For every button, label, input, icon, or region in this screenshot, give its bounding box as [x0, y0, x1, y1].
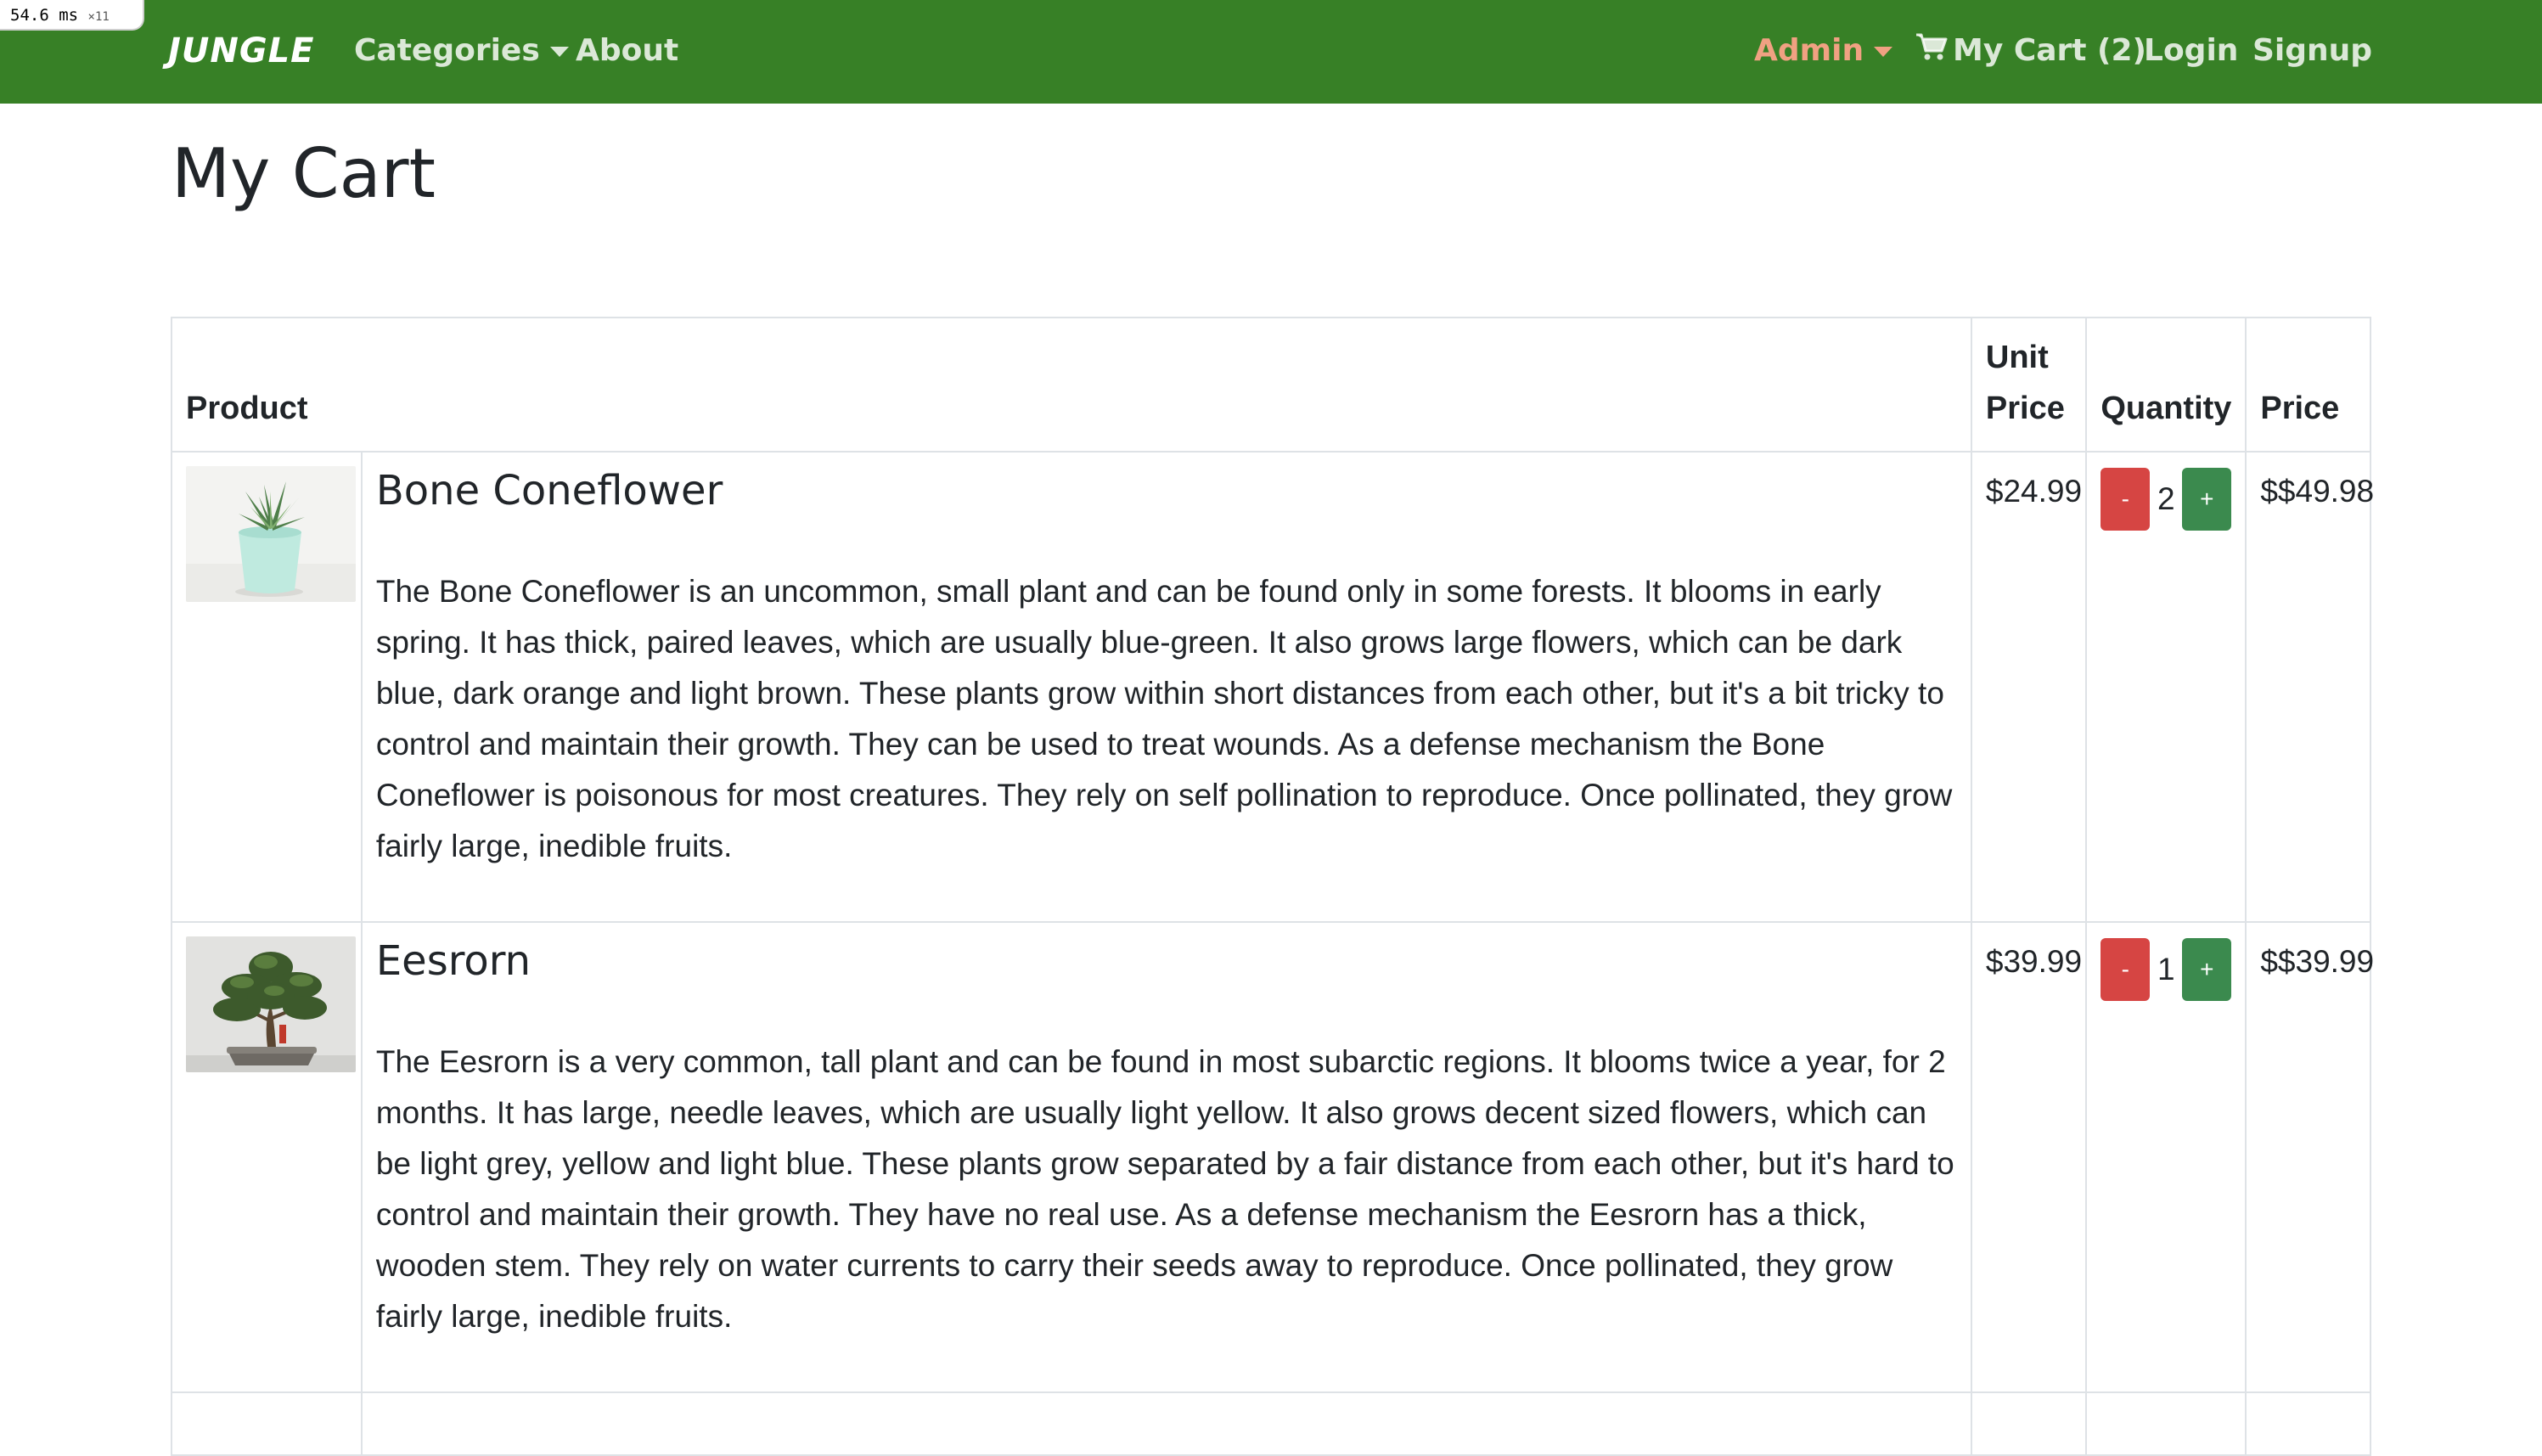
categories-dropdown[interactable]: Categories — [354, 27, 569, 75]
chevron-down-icon — [1874, 47, 1893, 57]
increase-quantity-button[interactable]: + — [2182, 468, 2232, 531]
signup-link[interactable]: Signup — [2252, 27, 2372, 75]
my-cart-label: My Cart (2) — [1953, 33, 2146, 68]
page-title: My Cart — [172, 134, 436, 213]
brand-logo[interactable]: JUNGLE — [168, 27, 314, 75]
product-image — [186, 466, 356, 602]
perf-time: 54.6 ms — [10, 6, 79, 25]
empty-cell — [1970, 1391, 2088, 1456]
table-header-row: Product Unit Price Quantity Price — [171, 317, 2371, 453]
table-row: Bone Coneflower The Bone Coneflower is a… — [171, 451, 2374, 923]
unit-price: $24.99 — [1985, 474, 2083, 509]
admin-dropdown[interactable]: Admin — [1754, 27, 1893, 75]
product-image-cell — [171, 451, 363, 923]
decrease-quantity-button[interactable]: - — [2101, 468, 2151, 531]
product-image — [186, 936, 356, 1072]
product-name: Bone Coneflower — [375, 467, 723, 514]
header-product: Product — [171, 317, 1972, 453]
line-price: $$49.98 — [2260, 474, 2375, 509]
price-cell: $$49.98 — [2245, 451, 2374, 923]
product-image-cell — [171, 921, 363, 1393]
empty-cell — [2085, 1391, 2247, 1456]
empty-cell — [2245, 1391, 2371, 1456]
shopping-cart-icon — [1915, 28, 1948, 76]
login-link[interactable]: Login — [2144, 27, 2238, 75]
admin-label: Admin — [1754, 33, 1864, 68]
product-info-cell: Eesrorn The Eesrorn is a very common, ta… — [360, 921, 1972, 1393]
quantity-stepper: - 1 + — [2101, 936, 2232, 1001]
unit-price-cell: $24.99 — [1970, 451, 2088, 923]
header-quantity: Quantity — [2085, 317, 2247, 453]
quantity-cell: - 2 + — [2085, 451, 2247, 923]
table-row: Eesrorn The Eesrorn is a very common, ta… — [171, 921, 2374, 1393]
cart-table: Product Unit Price Quantity Price Bone C… — [171, 317, 2374, 1456]
quantity-value: 1 — [2157, 952, 2175, 987]
header-price: Price — [2245, 317, 2371, 453]
categories-label: Categories — [354, 33, 540, 68]
header-unit-price: Unit Price — [1970, 317, 2088, 453]
product-description: The Bone Coneflower is an uncommon, smal… — [375, 574, 1953, 863]
price-cell: $$39.99 — [2245, 921, 2374, 1393]
quantity-cell: - 1 + — [2085, 921, 2247, 1393]
product-info-cell: Bone Coneflower The Bone Coneflower is a… — [360, 451, 1972, 923]
quantity-stepper: - 2 + — [2101, 466, 2232, 531]
unit-price-cell: $39.99 — [1970, 921, 2088, 1393]
top-navbar: JUNGLE Categories About Admin My Cart (2… — [0, 0, 2542, 104]
product-name: Eesrorn — [375, 937, 531, 985]
perf-badge: 54.6 ms ×11 — [0, 0, 144, 31]
increase-quantity-button[interactable]: + — [2182, 938, 2232, 1001]
my-cart-link[interactable]: My Cart (2) — [1915, 27, 2146, 75]
chevron-down-icon — [549, 47, 569, 57]
about-link[interactable]: About — [576, 27, 678, 75]
decrease-quantity-button[interactable]: - — [2101, 938, 2151, 1001]
perf-count: ×11 — [87, 10, 110, 24]
table-row — [171, 1391, 2371, 1456]
unit-price: $39.99 — [1985, 944, 2083, 979]
quantity-value: 2 — [2157, 481, 2175, 516]
empty-cell — [171, 1391, 363, 1456]
empty-cell — [360, 1391, 1972, 1456]
line-price: $$39.99 — [2260, 944, 2375, 979]
product-description: The Eesrorn is a very common, tall plant… — [375, 1044, 1954, 1334]
